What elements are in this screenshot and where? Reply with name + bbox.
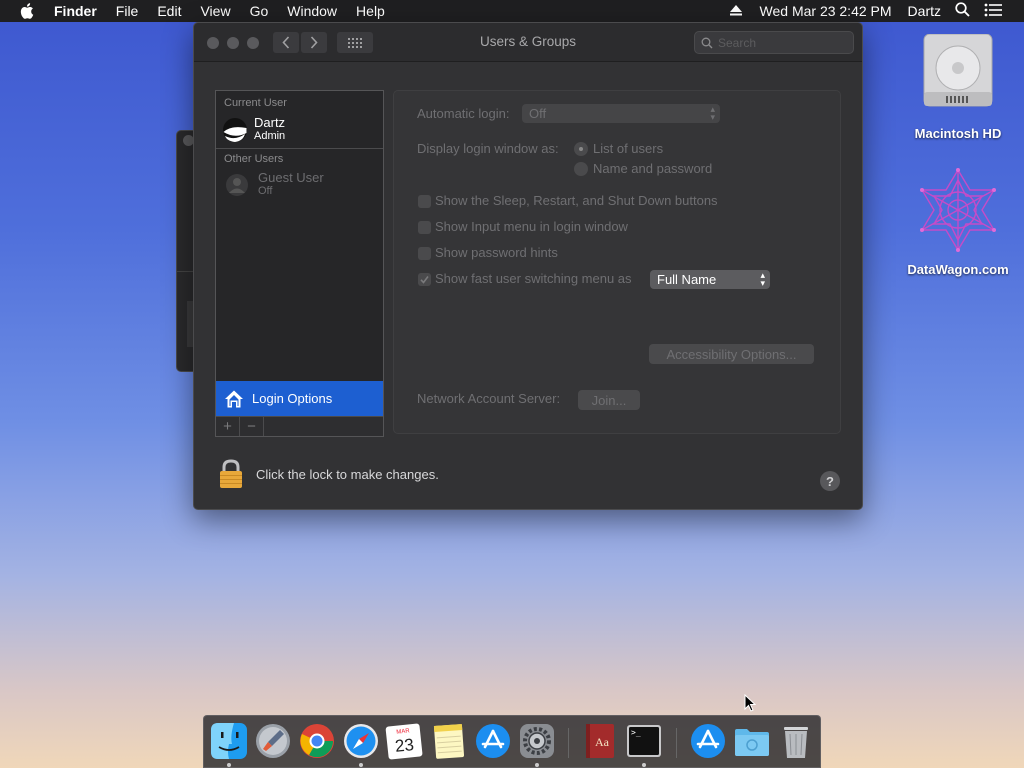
automatic-login-popup[interactable]: Off ▴ ▾ — [522, 104, 720, 123]
menu-window[interactable]: Window — [287, 3, 337, 19]
dictionary-icon[interactable]: Aa — [581, 722, 619, 760]
radio-name-and-password[interactable] — [574, 162, 588, 176]
notes-icon[interactable] — [430, 722, 468, 760]
users-groups-window: Users & Groups Current User Dartz Admin … — [193, 22, 863, 510]
calendar-day: 23 — [394, 735, 415, 756]
desktop-icon-datawagon-label: DataWagon.com — [907, 262, 1009, 277]
checkbox-input-menu[interactable] — [418, 221, 431, 234]
menu-go[interactable]: Go — [250, 3, 269, 19]
desktop-icon-macintosh-hd-label: Macintosh HD — [914, 126, 1002, 141]
radio-list-of-users-label: List of users — [593, 141, 664, 156]
launchpad-icon[interactable] — [254, 722, 292, 760]
fast-switching-popup[interactable]: Full Name ▴ ▾ — [650, 270, 770, 289]
guest-user-item[interactable]: Guest User Off — [222, 171, 324, 198]
current-user-item[interactable]: Dartz Admin — [222, 116, 285, 143]
safari-running-indicator — [359, 763, 363, 767]
remove-user-button[interactable]: − — [240, 417, 264, 436]
search-input[interactable] — [718, 35, 838, 50]
desktop-icon-datawagon[interactable]: DataWagon.com — [903, 168, 1013, 277]
checkbox-input-menu-label: Show Input menu in login window — [435, 219, 628, 234]
dock-separator-2 — [676, 728, 677, 758]
svg-text:Aa: Aa — [595, 735, 610, 749]
lock-message: Click the lock to make changes. — [256, 466, 439, 482]
calendar-icon[interactable]: MAR 23 — [385, 722, 423, 760]
mouse-cursor-icon — [744, 694, 756, 712]
popup-arrows-icon: ▴ ▾ — [760, 270, 765, 288]
menu-help[interactable]: Help — [356, 3, 385, 19]
trash-icon[interactable] — [777, 722, 815, 760]
checkbox-sleep-restart[interactable] — [418, 195, 431, 208]
sidebar-footer: + − — [216, 416, 383, 436]
display-login-label: Display login window as: — [417, 141, 559, 156]
menu-finder[interactable]: Finder — [54, 3, 97, 19]
radio-list-of-users[interactable] — [574, 142, 588, 156]
app-store-download-icon[interactable] — [689, 722, 727, 760]
hard-drive-icon — [923, 34, 993, 107]
dock-separator — [568, 728, 569, 758]
datawagon-logo-icon — [920, 168, 996, 252]
desktop-icon-macintosh-hd[interactable]: Macintosh HD — [903, 34, 1013, 141]
network-account-server-label: Network Account Server: — [417, 391, 561, 406]
safari-icon[interactable] — [342, 722, 380, 760]
checkbox-fast-user-switching-label: Show fast user switching menu as — [435, 271, 632, 286]
login-options-item[interactable]: Login Options — [216, 381, 383, 416]
fast-switching-value: Full Name — [657, 272, 717, 287]
spotlight-search-icon[interactable] — [955, 2, 970, 20]
sidebar-divider — [216, 148, 383, 149]
notification-center-icon[interactable] — [984, 3, 1002, 20]
chrome-icon[interactable] — [298, 722, 336, 760]
terminal-running-indicator — [642, 763, 646, 767]
terminal-icon[interactable]: >_ — [625, 722, 663, 760]
current-user-name: Dartz — [254, 115, 286, 130]
guest-user-icon — [226, 173, 248, 196]
lock-icon[interactable] — [218, 459, 244, 489]
search-icon — [701, 37, 713, 48]
checkbox-fast-user-switching[interactable] — [418, 273, 431, 286]
folder-icon[interactable] — [733, 722, 771, 760]
finder-running-indicator — [227, 763, 231, 767]
system-preferences-running-indicator — [535, 763, 539, 767]
dock: MAR 23 Aa >_ — [203, 715, 821, 768]
app-store-icon[interactable] — [474, 722, 512, 760]
other-users-header: Other Users — [224, 153, 284, 165]
checkbox-password-hints-label: Show password hints — [435, 245, 558, 260]
house-icon — [225, 390, 243, 407]
help-button[interactable]: ? — [820, 471, 840, 491]
finder-icon[interactable] — [210, 722, 248, 760]
automatic-login-label: Automatic login: — [417, 106, 510, 121]
menu-file[interactable]: File — [116, 3, 139, 19]
users-sidebar: Current User Dartz Admin Other Users Gue… — [215, 90, 384, 437]
current-user-role: Admin — [254, 130, 286, 142]
user-avatar-icon — [223, 117, 247, 142]
login-options-panel: Automatic login: Off ▴ ▾ Display login wi… — [393, 90, 841, 434]
eject-icon[interactable] — [729, 3, 742, 19]
lock-row: Click the lock to make changes. — [218, 459, 439, 489]
join-button[interactable]: Join... — [578, 390, 640, 410]
checkmark-icon — [420, 276, 429, 284]
menu-bar: Finder File Edit View Go Window Help Wed… — [0, 0, 1024, 22]
add-user-button[interactable]: + — [216, 417, 240, 436]
radio-name-and-password-label: Name and password — [593, 161, 713, 176]
checkbox-sleep-restart-label: Show the Sleep, Restart, and Shut Down b… — [435, 193, 718, 208]
login-options-label: Login Options — [252, 391, 333, 406]
current-user-header: Current User — [224, 97, 287, 109]
menu-view[interactable]: View — [200, 3, 230, 19]
system-preferences-icon[interactable] — [518, 722, 556, 760]
menu-edit[interactable]: Edit — [157, 3, 181, 19]
title-bar[interactable]: Users & Groups — [194, 23, 862, 62]
menubar-user[interactable]: Dartz — [908, 3, 941, 19]
menubar-clock[interactable]: Wed Mar 23 2:42 PM — [760, 3, 892, 19]
search-field[interactable] — [694, 31, 854, 54]
guest-user-status: Off — [258, 185, 273, 197]
apple-menu-icon[interactable] — [20, 3, 40, 19]
accessibility-options-button[interactable]: Accessibility Options... — [649, 344, 814, 364]
guest-user-name: Guest User — [258, 170, 324, 185]
checkbox-password-hints[interactable] — [418, 247, 431, 260]
popup-arrows-icon: ▴ ▾ — [710, 104, 715, 122]
automatic-login-value: Off — [529, 106, 547, 121]
svg-text:>_: >_ — [631, 728, 641, 737]
